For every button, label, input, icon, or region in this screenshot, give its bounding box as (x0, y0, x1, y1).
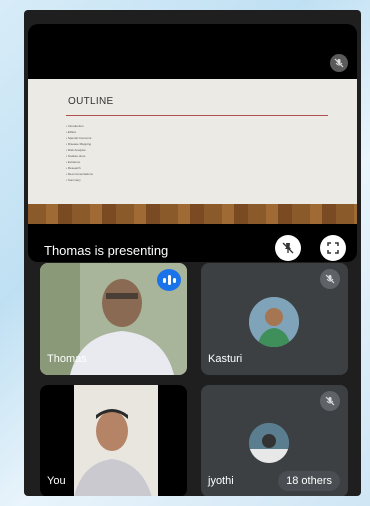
mic-off-icon (330, 54, 348, 72)
pin-off-icon (282, 242, 294, 254)
slide-floor-image (28, 204, 357, 224)
participant-tile-kasturi[interactable]: Kasturi (201, 263, 348, 375)
meeting-window: OUTLINE Introduction Ethics Special Conc… (24, 10, 361, 496)
mic-off-icon (320, 269, 340, 289)
participant-name: jyothi (208, 475, 234, 487)
slide-title: OUTLINE (68, 96, 114, 107)
others-count-button[interactable]: 18 others (278, 471, 340, 491)
participant-tile-thomas[interactable]: Thomas (40, 263, 187, 375)
shared-slide: OUTLINE Introduction Ethics Special Conc… (28, 79, 357, 224)
unpin-button[interactable] (275, 235, 301, 261)
participant-name: Kasturi (208, 353, 243, 365)
avatar (249, 297, 299, 347)
fullscreen-button[interactable] (320, 235, 346, 261)
participant-tile-self[interactable]: You (40, 385, 187, 496)
mic-off-icon (320, 391, 340, 411)
fullscreen-icon (327, 242, 339, 254)
slide-item: Summary (66, 177, 93, 183)
presenting-label: Thomas is presenting (44, 243, 169, 258)
avatar (249, 423, 289, 463)
participant-name: Thomas (47, 353, 87, 365)
presentation-tile[interactable]: OUTLINE Introduction Ethics Special Conc… (28, 24, 357, 262)
slide-outline-list: Introduction Ethics Special Concerns Dis… (66, 123, 93, 183)
participant-name: You (47, 475, 66, 487)
participant-tile-jyothi[interactable]: jyothi 18 others (201, 385, 348, 496)
speaking-indicator-icon (157, 269, 181, 291)
slide-divider (66, 115, 328, 116)
